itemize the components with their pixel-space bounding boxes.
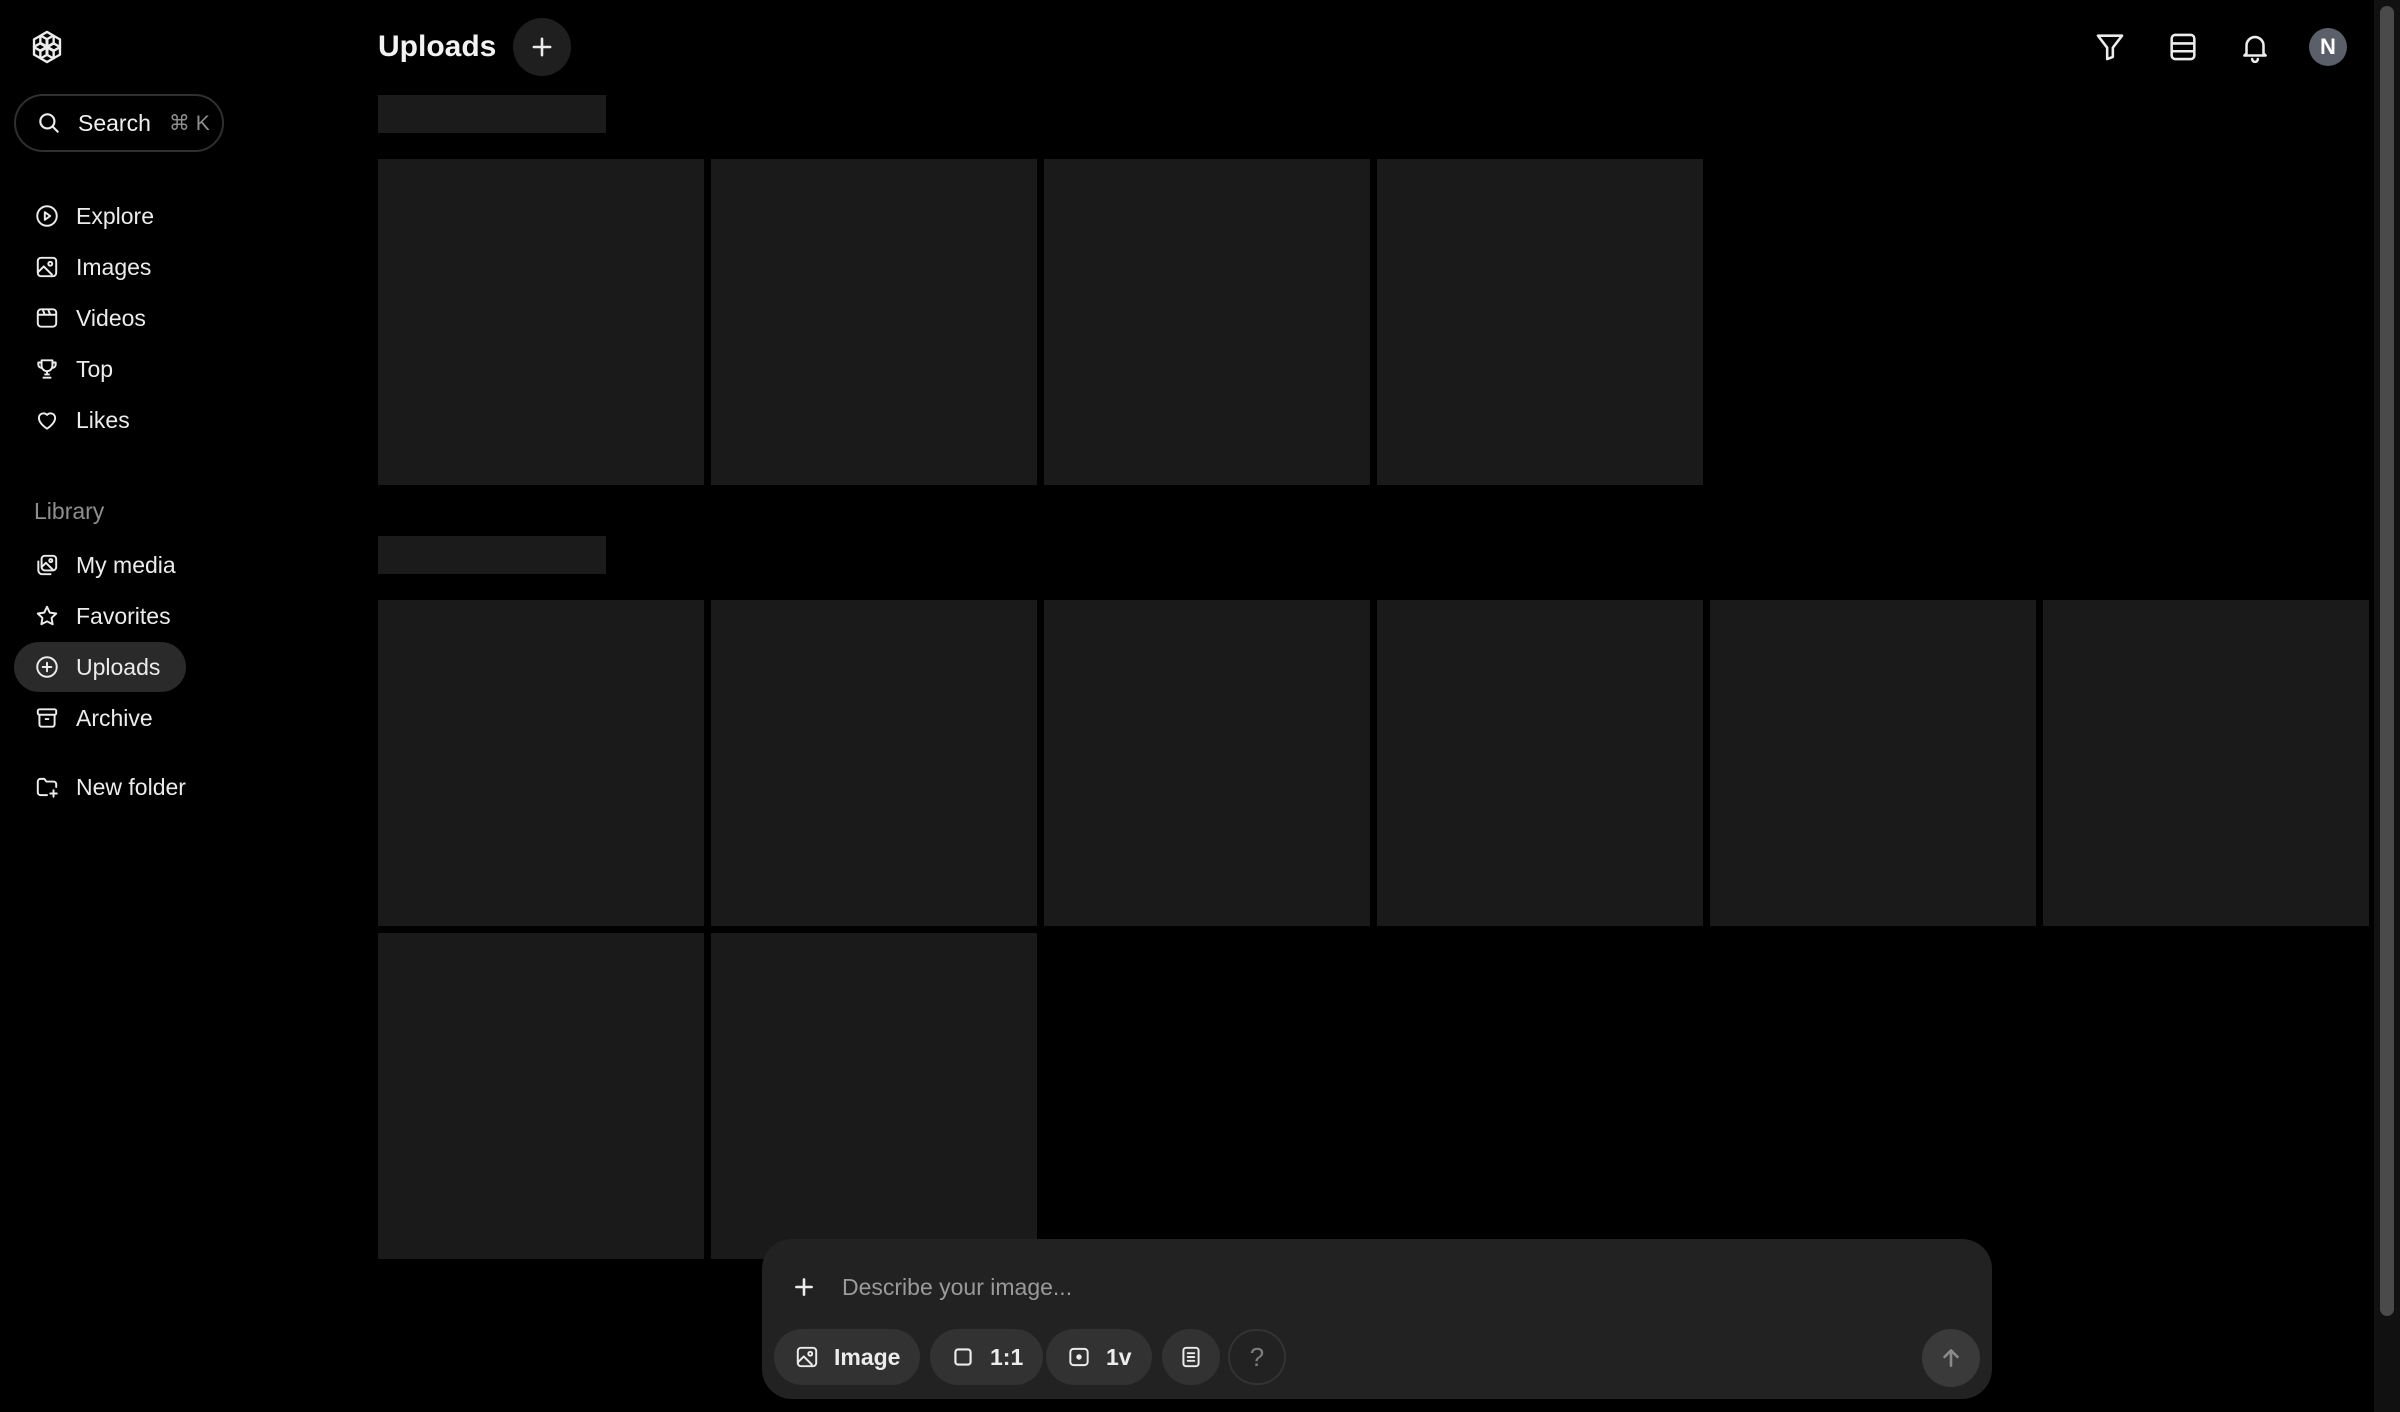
folder-plus-icon (36, 777, 58, 798)
skeleton-section-label (378, 536, 606, 574)
sidebar-item-explore[interactable]: Explore (14, 191, 314, 241)
page-title: Uploads (378, 30, 497, 63)
attach-button[interactable] (786, 1269, 822, 1305)
help-button[interactable]: ? (1228, 1329, 1286, 1385)
sidebar-item-label: Explore (76, 202, 154, 229)
sidebar-item-images[interactable]: Images (14, 242, 314, 292)
new-folder-button[interactable]: New folder (14, 762, 314, 812)
aspect-ratio-button[interactable]: 1:1 (930, 1329, 1044, 1385)
new-folder-label: New folder (76, 773, 186, 800)
star-icon (36, 605, 58, 626)
skeleton-tile (378, 159, 704, 485)
arrow-up-icon (1943, 1349, 1959, 1367)
skeleton-tile (1377, 159, 1703, 485)
prompt-input[interactable] (842, 1265, 1942, 1309)
notifications-button[interactable] (2234, 26, 2276, 68)
sidebar-item-label: Top (76, 355, 114, 382)
sidebar-item-favorites[interactable]: Favorites (14, 591, 314, 641)
skeleton-tile (378, 600, 704, 926)
sidebar-item-label: Archive (76, 704, 153, 731)
folder-nav: New folder (14, 762, 314, 813)
sidebar-item-label: Uploads (76, 653, 161, 680)
media-type-button[interactable]: Image (774, 1329, 921, 1385)
filter-icon (2096, 34, 2124, 61)
sidebar-item-videos[interactable]: Videos (14, 293, 314, 343)
sidebar-item-label: Videos (76, 304, 146, 331)
sidebar-item-label: Likes (76, 406, 130, 433)
library-section-label: Library (34, 498, 105, 524)
skeleton-tile (711, 600, 1037, 926)
sidebar: Search ⌘ K Explore Images Videos Top Lik… (0, 0, 340, 1412)
presets-button[interactable] (1162, 1329, 1220, 1385)
archive-icon (36, 708, 58, 728)
videos-icon (36, 308, 58, 328)
sidebar-item-top[interactable]: Top (14, 344, 314, 394)
prompt-composer: Image 1:1 1v ? (762, 1239, 1992, 1399)
skeleton-tile (1377, 600, 1703, 926)
sidebar-item-label: Favorites (76, 602, 171, 629)
square-icon (954, 1348, 972, 1366)
my-media-icon (37, 554, 58, 576)
explore-icon (36, 205, 58, 227)
plus-circle-icon (36, 656, 58, 678)
search-icon (39, 113, 59, 133)
skeleton-tile (1044, 600, 1370, 926)
heart-icon (37, 412, 57, 430)
skeleton-tile (1044, 159, 1370, 485)
aspect-ratio-label: 1:1 (990, 1343, 1024, 1370)
sidebar-item-label: Images (76, 253, 152, 280)
filter-button[interactable] (2089, 26, 2131, 68)
plus-icon (532, 37, 552, 57)
variations-label: 1v (1106, 1343, 1132, 1370)
search-button[interactable]: Search ⌘ K (14, 94, 224, 152)
help-label: ? (1249, 1341, 1265, 1372)
skeleton-tile (1710, 600, 2036, 926)
bell-icon (2243, 35, 2267, 64)
sidebar-item-likes[interactable]: Likes (14, 395, 314, 445)
sidebar-item-archive[interactable]: Archive (14, 693, 314, 743)
search-label: Search (78, 109, 151, 136)
skeleton-tile (378, 933, 704, 1259)
variations-icon (1069, 1347, 1089, 1367)
submit-button[interactable] (1922, 1329, 1980, 1387)
skeleton-tile (711, 933, 1037, 1259)
skeleton-section-label (378, 95, 606, 133)
avatar[interactable]: N (2309, 28, 2347, 66)
image-icon (796, 1346, 818, 1368)
document-icon (1182, 1346, 1200, 1368)
skeleton-tile (711, 159, 1037, 485)
search-shortcut: ⌘ K (168, 111, 210, 135)
variations-button[interactable]: 1v (1046, 1329, 1152, 1385)
scrollbar-thumb[interactable] (2380, 6, 2394, 1316)
plus-icon (795, 1278, 813, 1296)
main-nav: Explore Images Videos Top Likes (14, 191, 314, 446)
sidebar-item-label: My media (76, 551, 176, 578)
openai-logo-icon[interactable] (28, 28, 66, 66)
media-type-label: Image (834, 1343, 901, 1370)
trophy-icon (37, 359, 57, 379)
skeleton-tile (2043, 600, 2369, 926)
add-upload-button[interactable] (513, 18, 571, 76)
sidebar-item-uploads[interactable]: Uploads (14, 642, 186, 692)
layout-button[interactable] (2162, 26, 2204, 68)
images-icon (36, 256, 58, 278)
layout-rows-icon (2170, 33, 2196, 61)
sidebar-item-my-media[interactable]: My media (14, 540, 314, 590)
library-nav: My media Favorites Uploads Archive (14, 540, 314, 744)
